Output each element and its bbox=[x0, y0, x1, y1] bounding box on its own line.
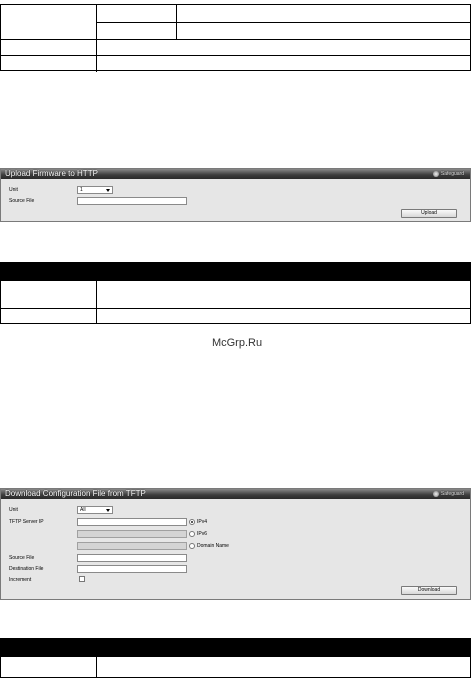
watermark-text: McGrp.Ru bbox=[211, 337, 263, 349]
table-header bbox=[1, 639, 470, 657]
ipv6-radio[interactable] bbox=[189, 531, 195, 537]
safeguard-label: Safeguard bbox=[440, 491, 464, 497]
unit-select-value: All bbox=[80, 507, 86, 513]
safeguard-icon bbox=[432, 171, 439, 177]
domain-name-label: Domain Name bbox=[197, 543, 229, 549]
source-file-input[interactable] bbox=[77, 554, 187, 562]
table-row-divider bbox=[1, 55, 470, 56]
increment-label: Increment bbox=[9, 577, 32, 583]
upload-firmware-http-panel: Upload Firmware to HTTP Safeguard Unit 1… bbox=[0, 168, 471, 222]
tftp-server-ip-label: TFTP Server IP bbox=[9, 519, 44, 525]
panel-title-bar: Upload Firmware to HTTP Safeguard bbox=[1, 169, 470, 179]
safeguard-icon bbox=[432, 491, 439, 497]
upload-button[interactable]: Upload bbox=[401, 209, 457, 218]
tftp-ipv6-input[interactable] bbox=[77, 530, 187, 538]
upload-parameter-table bbox=[0, 262, 471, 324]
table-row-divider bbox=[1, 308, 470, 309]
tftp-domain-input[interactable] bbox=[77, 542, 187, 550]
download-parameter-table bbox=[0, 638, 471, 678]
destination-file-label: Destination File bbox=[9, 566, 44, 572]
table-inner-line bbox=[96, 22, 470, 23]
column-divider bbox=[96, 281, 97, 324]
panel-title-bar: Download Configuration File from TFTP Sa… bbox=[1, 489, 470, 499]
chevron-down-icon bbox=[106, 189, 110, 192]
source-file-label: Source File bbox=[9, 555, 35, 561]
ipv6-label: IPv6 bbox=[197, 531, 208, 537]
unit-label: Unit bbox=[9, 507, 18, 513]
domain-name-radio[interactable] bbox=[189, 543, 195, 549]
table-header bbox=[1, 263, 470, 281]
increment-checkbox[interactable] bbox=[79, 576, 85, 582]
safeguard-indicator: Safeguard bbox=[432, 490, 464, 498]
ipv4-radio[interactable] bbox=[189, 519, 195, 525]
top-parameter-table bbox=[0, 4, 471, 72]
column-divider bbox=[96, 39, 97, 72]
unit-select[interactable]: All bbox=[77, 506, 113, 514]
source-file-input[interactable] bbox=[77, 197, 187, 205]
safeguard-label: Safeguard bbox=[440, 171, 464, 177]
panel-title: Upload Firmware to HTTP bbox=[5, 169, 98, 178]
download-config-tftp-panel: Download Configuration File from TFTP Sa… bbox=[0, 488, 471, 600]
tftp-ipv4-input[interactable] bbox=[77, 518, 187, 526]
source-file-label: Source File bbox=[9, 198, 35, 204]
unit-label: Unit bbox=[9, 187, 18, 193]
destination-file-input[interactable] bbox=[77, 565, 187, 573]
unit-select[interactable]: 1 bbox=[77, 186, 113, 194]
download-button[interactable]: Download bbox=[401, 586, 457, 595]
safeguard-indicator: Safeguard bbox=[432, 170, 464, 178]
ipv4-label: IPv4 bbox=[197, 519, 208, 525]
panel-title: Download Configuration File from TFTP bbox=[5, 489, 146, 498]
table-row-divider bbox=[1, 39, 470, 40]
unit-select-value: 1 bbox=[80, 187, 83, 193]
column-divider bbox=[96, 657, 97, 678]
chevron-down-icon bbox=[106, 509, 110, 512]
